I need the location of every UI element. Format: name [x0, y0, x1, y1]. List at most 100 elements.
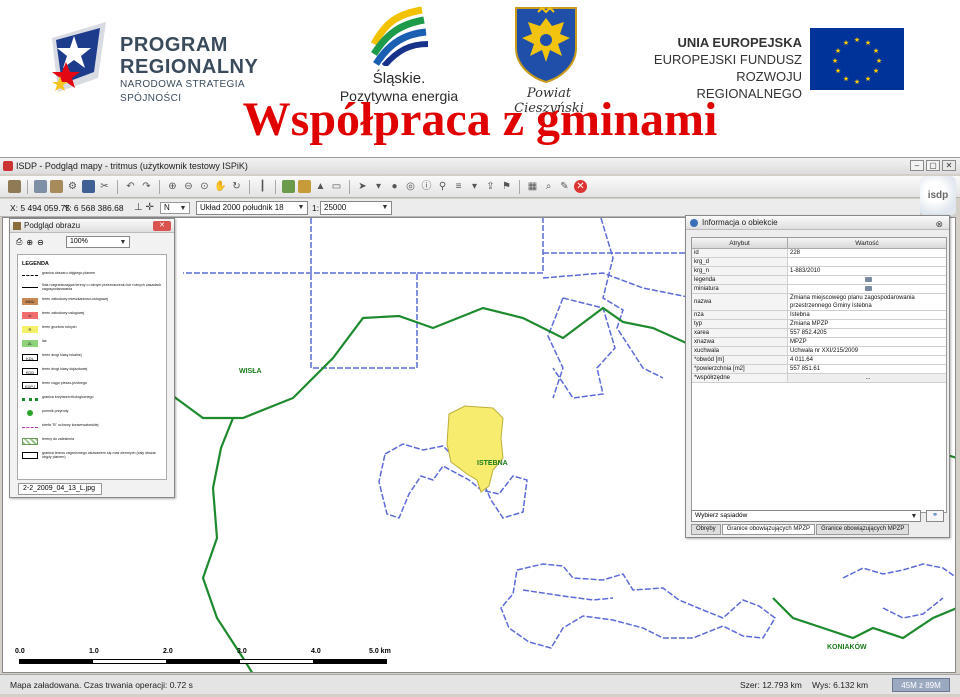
table-row[interactable]: *obwód [m] 4 011.64	[692, 356, 946, 365]
open-legend-button[interactable]	[865, 277, 872, 282]
select-icon[interactable]: ➤	[356, 180, 369, 193]
paste-icon[interactable]	[50, 180, 63, 193]
table-row[interactable]: xuchwala Uchwała nr XXI/215/2009	[692, 347, 946, 356]
filter-icon[interactable]: ⚲	[436, 180, 449, 193]
tools-icon[interactable]: ✎	[558, 180, 571, 193]
tab-granice-mpzp[interactable]: Granice obowiązujących MPZP	[721, 524, 816, 535]
table-row[interactable]: xnazwa MPZP	[692, 338, 946, 347]
table-row[interactable]: id 228	[692, 249, 946, 258]
legend-row: ZL las	[22, 339, 162, 349]
grid-icon[interactable]: ▦	[526, 180, 539, 193]
column-header-attribute[interactable]: Atrybut	[692, 238, 788, 248]
polygon-icon[interactable]: ▲	[314, 180, 327, 193]
eu-flag-icon: ★ ★★ ★★★ ★★★ ★★★	[810, 28, 904, 90]
svg-text:★: ★	[843, 75, 849, 83]
ruler-icon[interactable]: ┃	[256, 180, 269, 193]
table-row[interactable]: krg_d	[692, 258, 946, 267]
maximize-button[interactable]: ▢	[926, 160, 940, 171]
attr-value: 557 851.61	[790, 366, 821, 372]
scale-select[interactable]: 25000 ▼	[320, 201, 392, 215]
column-header-value[interactable]: Wartość	[788, 238, 946, 248]
tab-obreby[interactable]: Obręby	[691, 524, 721, 535]
slaskie-waves-icon	[370, 6, 429, 66]
table-row[interactable]: xarea 557 852.4205	[692, 329, 946, 338]
legend-text: linia rozgraniczająca tereny o różnym pr…	[42, 283, 162, 292]
pan-icon[interactable]: ✋	[214, 180, 227, 193]
chevron-down-icon: ▼	[119, 239, 127, 246]
attr-value: Zmiana MPZP	[790, 321, 829, 327]
tab-granice-mpzp-2[interactable]: Granice obowiązujących MPZP	[816, 524, 910, 535]
close-window-button[interactable]: ✕	[942, 160, 956, 171]
neighbors-select[interactable]: Wybierz sąsiadów ▼	[691, 510, 921, 522]
memory-indicator[interactable]: 45M z 89M	[892, 678, 950, 692]
close-icon[interactable]: ✕	[153, 221, 171, 231]
neighbors-value: Wybierz sąsiadów	[695, 512, 748, 519]
open-thumbnail-button[interactable]	[865, 286, 872, 291]
undo-icon[interactable]: ↶	[124, 180, 137, 193]
legend-row: granica terenu zagrożonego osuwaniem się…	[22, 451, 162, 461]
legend-symbol: R	[22, 326, 38, 333]
clear-icon[interactable]: ✕	[574, 180, 587, 193]
print-icon[interactable]: ⎙	[16, 237, 22, 247]
scissors-icon[interactable]: ✂	[98, 180, 111, 193]
parcel-boundary	[522, 589, 614, 601]
preview-zoom-select[interactable]: 100% ▼	[66, 236, 130, 248]
link-icon[interactable]: ⚭	[926, 510, 944, 522]
table-row[interactable]: miniatura	[692, 285, 946, 294]
parcel-boundary	[183, 218, 418, 369]
redo-icon[interactable]: ↷	[140, 180, 153, 193]
info-icon[interactable]: ⓘ	[420, 180, 433, 193]
bookmark-icon[interactable]: ⚑	[500, 180, 513, 193]
refresh-icon[interactable]: ↻	[230, 180, 243, 193]
table-row[interactable]: nza Istebna	[692, 311, 946, 320]
dropdown-icon[interactable]: ▾	[372, 180, 385, 193]
direction-select[interactable]: N ▼	[160, 202, 190, 214]
attr-value: Zmiana miejscowego planu zagospodarowani…	[790, 295, 915, 309]
table-row[interactable]: nazwa Zmiana miejscowego planu zagospodar…	[692, 294, 946, 311]
parcel-boundary	[542, 272, 694, 299]
direction-value: N	[164, 203, 170, 212]
zoom-in-icon[interactable]: ⊕	[26, 238, 33, 247]
table-row[interactable]: *współrzędne...	[692, 374, 946, 383]
legend-row: MNU teren zabudowy mieszkaniowo-usługowej	[22, 297, 162, 307]
save-icon[interactable]	[82, 180, 95, 193]
chevron-down-icon: ▼	[297, 204, 305, 211]
close-icon[interactable]: ⊗	[935, 217, 943, 231]
preview-titlebar[interactable]: Podgląd obrazu ✕	[10, 219, 174, 233]
table-row[interactable]: krg_n 1-883/2010	[692, 267, 946, 276]
table-row[interactable]: legenda	[692, 276, 946, 285]
export-icon[interactable]: ⇪	[484, 180, 497, 193]
search-icon[interactable]: ⌕	[542, 180, 555, 193]
zoom-in-icon[interactable]: ⊕	[166, 180, 179, 193]
preview-file-tab[interactable]: 2-2_2009_04_13_L.jpg	[18, 483, 102, 495]
measure-icon[interactable]: ◎	[404, 180, 417, 193]
dropdown-icon[interactable]: ▾	[468, 180, 481, 193]
print-icon[interactable]	[8, 180, 21, 193]
print-map-icon[interactable]: ▭	[330, 180, 343, 193]
table-row[interactable]: *powierzchnia [m2] 557 851.61	[692, 365, 946, 374]
zoom-out-icon[interactable]: ⊖	[182, 180, 195, 193]
coord-tools-icon[interactable]: ⊥ ✛	[134, 199, 154, 217]
isdp-logo: isdp	[920, 176, 956, 216]
coordinates-button[interactable]: ...	[788, 374, 946, 382]
settings-icon[interactable]: ⚙	[66, 180, 79, 193]
coord-y: Y: 6 568 386.68	[64, 203, 124, 213]
legend-row: KDD teren drogi klasy dojazdowej	[22, 367, 162, 377]
table-row[interactable]: typ Zmiana MPZP	[692, 320, 946, 329]
logo-banner: PROGRAM REGIONALNY NARODOWA STRATEGIA SP…	[0, 0, 960, 155]
zoom-out-icon[interactable]: ⊖	[37, 238, 44, 247]
sort-icon[interactable]: ≡	[452, 180, 465, 193]
label-istebna: ISTEBNA	[477, 460, 508, 467]
copy-icon[interactable]	[34, 180, 47, 193]
scale-tick: 5.0 km	[369, 648, 391, 655]
point-icon[interactable]: ●	[388, 180, 401, 193]
table-icon[interactable]	[298, 180, 311, 193]
layers-icon[interactable]	[282, 180, 295, 193]
selected-parcel[interactable]	[446, 405, 504, 493]
chevron-down-icon: ▼	[381, 204, 389, 211]
attr-value: Istebna	[790, 312, 810, 318]
minimize-button[interactable]: ‒	[910, 160, 924, 171]
info-titlebar[interactable]: Informacja o obiekcie ⊗	[686, 216, 949, 230]
crs-select[interactable]: Układ 2000 południk 18 ▼	[196, 201, 308, 215]
zoom-extent-icon[interactable]: ⊙	[198, 180, 211, 193]
